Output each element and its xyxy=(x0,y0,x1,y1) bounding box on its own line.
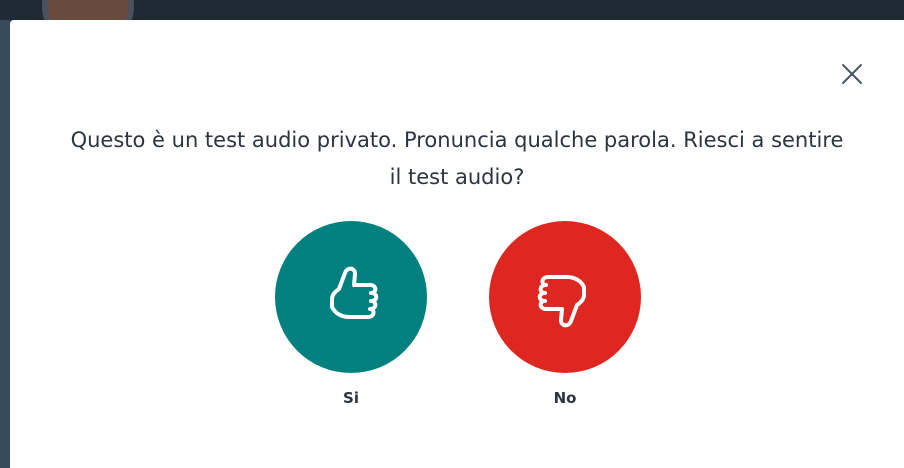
no-button[interactable]: No xyxy=(489,221,641,407)
yes-button[interactable]: Si xyxy=(275,221,427,407)
thumbs-up-icon xyxy=(330,266,379,319)
audio-test-modal: Questo è un test audio privato. Pronunci… xyxy=(10,20,904,468)
audio-test-prompt: Questo è un test audio privato. Pronunci… xyxy=(10,122,904,196)
background-avatar xyxy=(42,0,134,20)
prompt-line-1: Questo è un test audio privato. Pronunci… xyxy=(70,128,844,152)
prompt-line-2: il test audio? xyxy=(389,165,525,189)
no-circle xyxy=(489,221,641,373)
page-backdrop xyxy=(0,0,904,20)
thumbs-down-icon xyxy=(537,275,586,328)
yes-label: Si xyxy=(343,389,359,407)
no-label: No xyxy=(553,389,577,407)
close-icon xyxy=(842,64,862,84)
yes-circle xyxy=(275,221,427,373)
close-button[interactable] xyxy=(838,60,866,88)
